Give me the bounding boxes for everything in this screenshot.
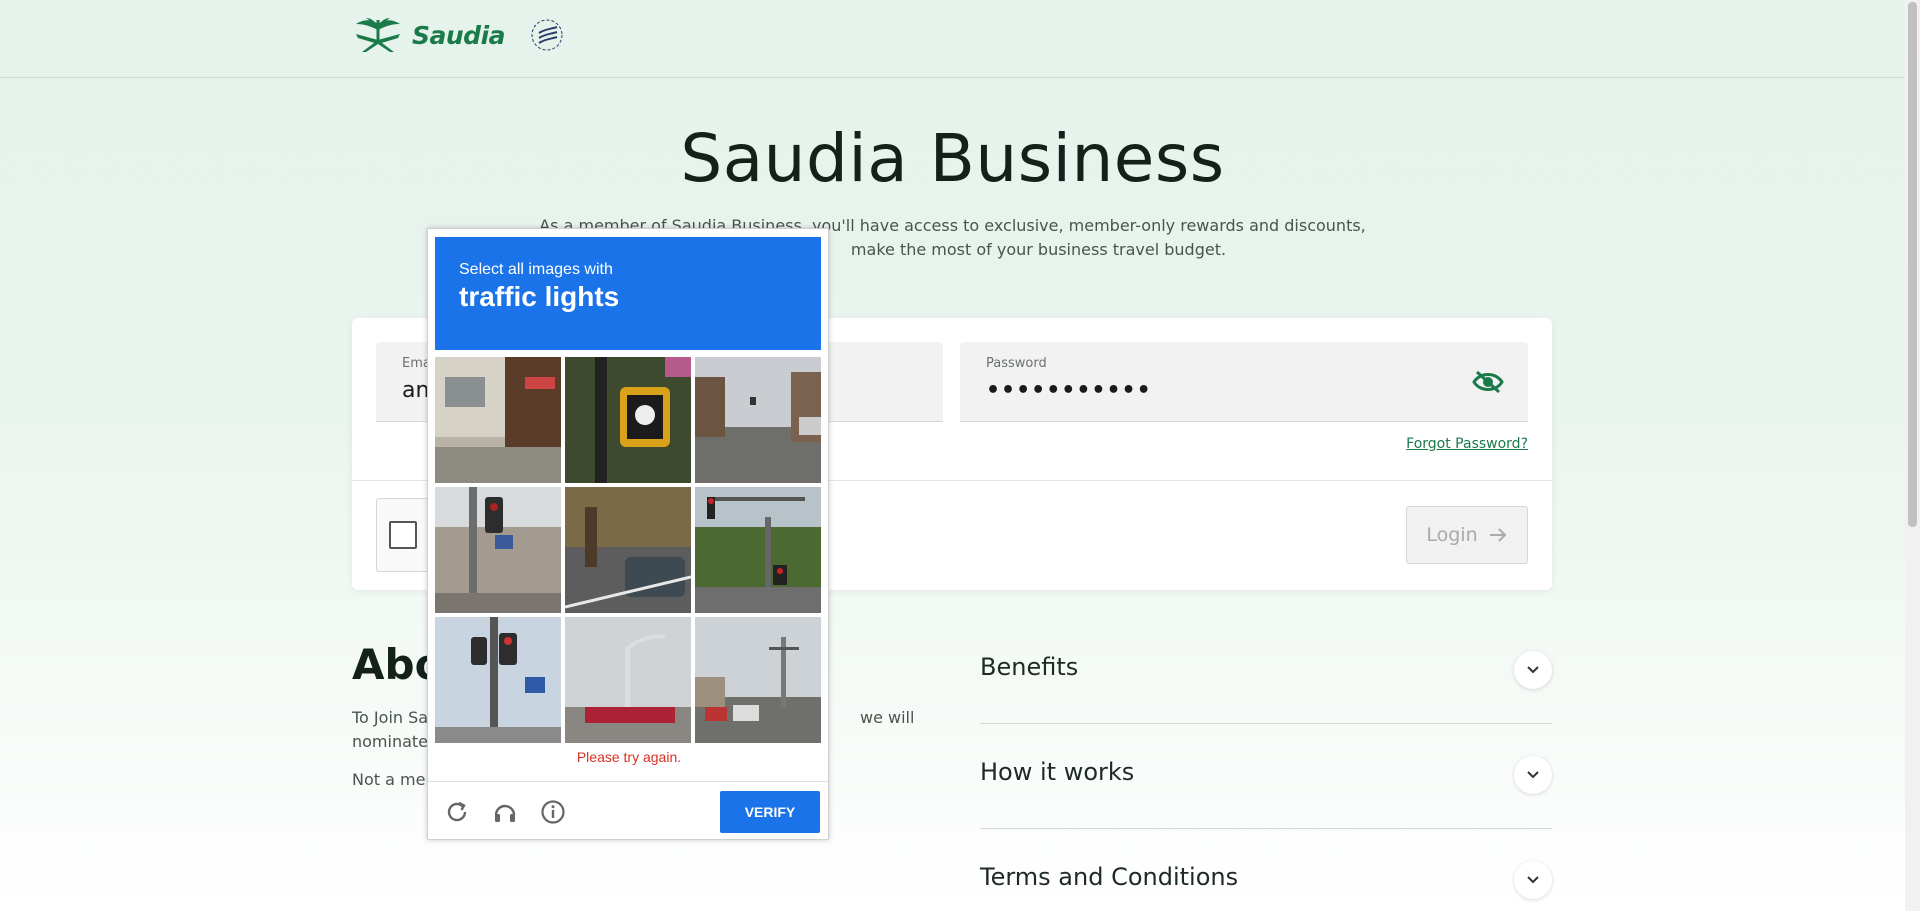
password-label: Password (986, 356, 1047, 371)
email-value[interactable]: an (402, 378, 429, 403)
captcha-tile-1[interactable] (435, 357, 561, 483)
palm-swords-icon (356, 18, 400, 52)
logo-wordmark: Saudia (412, 20, 506, 50)
chevron-down-icon (1527, 876, 1539, 884)
accordion-item-benefits[interactable]: Benefits (980, 619, 1552, 724)
captcha-target-object: traffic lights (459, 281, 620, 312)
password-value[interactable]: ••••••••••• (986, 378, 1152, 403)
captcha-footer: VERIFY (428, 781, 828, 839)
expand-button[interactable] (1514, 651, 1552, 689)
audio-challenge-icon[interactable] (492, 799, 518, 825)
captcha-header: Select all images with traffic lights (435, 237, 821, 350)
about-line-1-start: To Join Sa (352, 708, 429, 727)
captcha-tile-9[interactable] (695, 617, 821, 743)
captcha-instruction: Select all images with (459, 261, 613, 278)
expand-button[interactable] (1514, 756, 1552, 794)
scrollbar-thumb[interactable] (1908, 2, 1917, 527)
captcha-image-grid (435, 357, 822, 744)
chevron-down-icon (1527, 666, 1539, 674)
arrow-right-icon (1489, 528, 1507, 542)
captcha-tile-3[interactable] (695, 357, 821, 483)
captcha-tile-5[interactable] (565, 487, 691, 613)
page-title: Saudia Business (680, 120, 1225, 197)
accordion-item-how-it-works[interactable]: How it works (980, 724, 1552, 829)
login-button[interactable]: Login (1406, 506, 1528, 564)
captcha-challenge-dialog: Select all images with traffic lights Pl… (427, 228, 829, 840)
info-icon[interactable] (540, 799, 566, 825)
captcha-tile-6[interactable] (695, 487, 821, 613)
accordion-label: Terms and Conditions (980, 863, 1239, 891)
intro-line-1: As a member of Saudia Business, you'll h… (539, 216, 1366, 235)
password-field[interactable]: Password ••••••••••• (960, 342, 1528, 422)
about-line-1-end: we will (860, 708, 915, 727)
page-scrollbar[interactable] (1905, 0, 1920, 911)
reload-icon[interactable] (444, 799, 470, 825)
intro-line-2: make the most of your business travel bu… (850, 240, 1227, 259)
skyteam-logo-icon (531, 19, 563, 51)
accordion-label: Benefits (980, 653, 1079, 681)
recaptcha-checkbox[interactable] (389, 521, 417, 549)
forgot-password-link[interactable]: Forgot Password? (1406, 436, 1528, 452)
expand-button[interactable] (1514, 861, 1552, 899)
captcha-error-message: Please try again. (576, 749, 682, 765)
captcha-tile-2[interactable] (565, 357, 691, 483)
top-navigation-bar: Saudia (0, 0, 1905, 78)
hide-password-icon[interactable] (1472, 370, 1504, 394)
captcha-tile-4[interactable] (435, 487, 561, 613)
saudia-logo[interactable]: Saudia (352, 16, 565, 54)
chevron-down-icon (1527, 771, 1539, 779)
login-button-label: Login (1426, 524, 1478, 546)
accordion-label: How it works (980, 758, 1135, 786)
captcha-tile-8[interactable] (565, 617, 691, 743)
captcha-tile-7[interactable] (435, 617, 561, 743)
accordion-item-terms[interactable]: Terms and Conditions (980, 829, 1552, 911)
intro-text: As a member of Saudia Business, you'll h… (0, 214, 1905, 262)
verify-button[interactable]: VERIFY (720, 791, 820, 833)
